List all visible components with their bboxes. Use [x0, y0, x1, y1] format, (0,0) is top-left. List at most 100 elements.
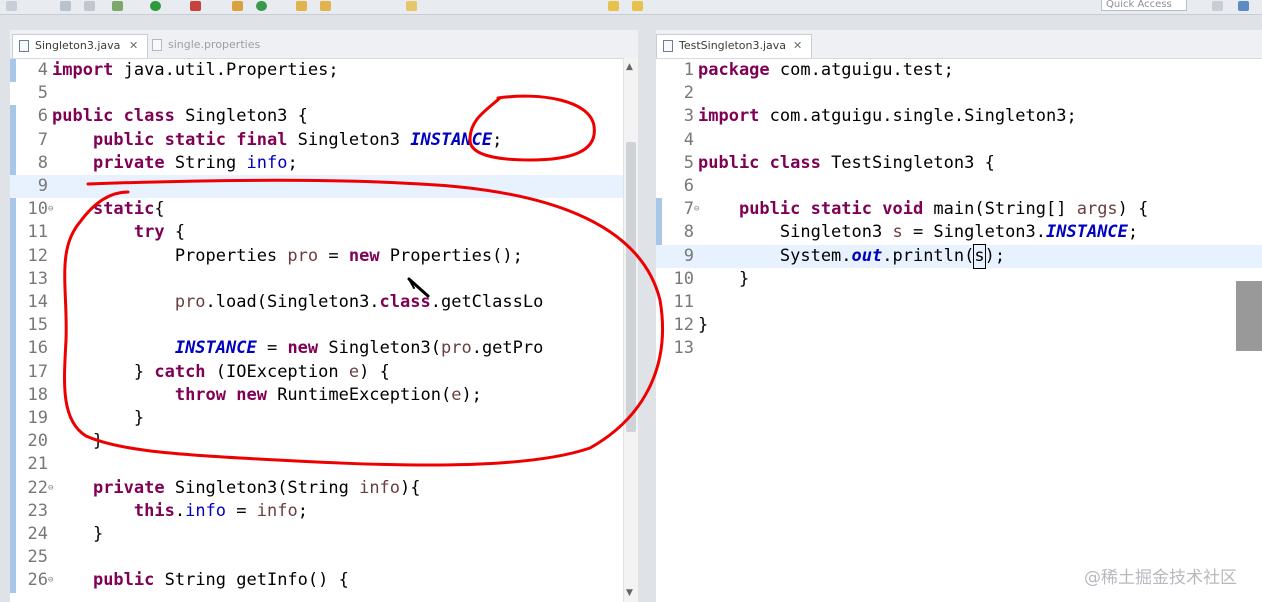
open-folder-icon[interactable]	[296, 1, 307, 11]
perspective-icon[interactable]	[1212, 1, 1223, 11]
code-text: public class Singleton3 {	[52, 106, 308, 127]
code-line[interactable]: 7 public static final Singleton3 INSTANC…	[10, 129, 638, 152]
code-line[interactable]: 12 Properties pro = new Properties();	[10, 245, 638, 268]
editor-singleton3: Singleton3.java ✕ single.properties 4 imp…	[10, 30, 638, 602]
close-icon[interactable]: ✕	[793, 35, 802, 57]
scroll-down-icon[interactable]: ▼	[626, 588, 633, 598]
line-number: 6	[37, 106, 48, 127]
line-number: 10	[673, 268, 694, 289]
code-line[interactable]: 9 System.out.println(s);	[656, 243, 1262, 269]
print-icon[interactable]	[84, 1, 95, 11]
line-number: 13	[673, 338, 694, 359]
tab-label: single.properties	[168, 38, 261, 51]
java-file-icon	[19, 40, 29, 52]
line-number: 5	[37, 83, 48, 104]
code-text: Properties pro = new Properties();	[52, 245, 523, 266]
tab-single-properties[interactable]: single.properties	[146, 34, 276, 58]
code-line[interactable]: 20 }	[10, 430, 638, 453]
code-line[interactable]: 13	[10, 268, 638, 291]
line-number: 20	[27, 431, 48, 452]
code-text: INSTANCE = new Singleton3(pro.getPro	[174, 338, 544, 359]
code-line[interactable]: 5 public class TestSingleton3 {	[656, 152, 1262, 175]
save-icon[interactable]	[60, 1, 71, 11]
code-line[interactable]: 4 import java.util.Properties;	[10, 59, 638, 82]
code-line[interactable]: 11	[656, 291, 1262, 314]
line-number: 10	[27, 199, 48, 220]
code-text: }	[52, 408, 145, 428]
line-number: 19	[27, 408, 48, 428]
external-tools-icon[interactable]	[190, 1, 201, 11]
code-line[interactable]: 6	[656, 175, 1262, 198]
tab-testsingleton3-java[interactable]: TestSingleton3.java ✕	[656, 34, 812, 58]
code-line[interactable]: 19 }	[10, 407, 638, 430]
code-line[interactable]: 5	[10, 82, 638, 105]
code-line[interactable]: 22 ⊖ private Singleton3(String info){	[10, 477, 638, 500]
code-text: }	[698, 268, 750, 289]
new-icon[interactable]	[6, 1, 17, 11]
debug-icon[interactable]	[112, 1, 123, 11]
back-icon[interactable]	[608, 1, 619, 11]
code-line[interactable]: 8 Singleton3 s = Singleton3.INSTANCE;	[656, 221, 1262, 244]
code-line[interactable]: 26 ⊖ public String getInfo() {	[10, 569, 638, 592]
watermark: @稀土掘金技术社区	[1084, 568, 1237, 588]
code-line[interactable]: 10 }	[656, 268, 1262, 291]
line-number: 17	[27, 361, 48, 382]
code-text: public String getInfo() {	[92, 570, 349, 591]
properties-file-icon	[152, 39, 162, 51]
line-number: 18	[27, 384, 48, 405]
quick-access-input[interactable]: Quick Access	[1101, 0, 1187, 11]
code-line[interactable]: 7 ⊖ public static void main(String[] args…	[656, 198, 1262, 221]
line-number: 7	[37, 129, 48, 150]
code-line[interactable]: 17 } catch (IOException e) {	[10, 361, 638, 384]
run-icon[interactable]	[150, 1, 161, 11]
code-line[interactable]: 21	[10, 453, 638, 476]
code-line[interactable]: 3 import com.atguigu.single.Singleton3;	[656, 105, 1262, 128]
vertical-scrollbar[interactable]: ▲ ▼	[623, 58, 638, 602]
code-text: import com.atguigu.single.Singleton3;	[698, 106, 1077, 127]
search-icon[interactable]	[406, 1, 417, 11]
package-icon[interactable]	[232, 1, 243, 11]
code-line[interactable]: 24 }	[10, 523, 638, 546]
code-line[interactable]: 15	[10, 314, 638, 337]
line-number: 16	[27, 338, 48, 359]
line-number: 13	[27, 268, 48, 289]
code-line[interactable]: 4	[656, 129, 1262, 152]
close-icon[interactable]: ✕	[129, 35, 138, 57]
code-text: package com.atguigu.test;	[698, 60, 954, 80]
code-area[interactable]: 1 package com.atguigu.test; 2 3 import com.a…	[656, 58, 1262, 602]
code-line[interactable]: 6 public class Singleton3 {	[10, 105, 638, 128]
side-panel-handle[interactable]	[1236, 281, 1262, 351]
code-line[interactable]: 1 package com.atguigu.test;	[656, 59, 1262, 82]
code-text: try {	[133, 222, 186, 243]
line-number: 2	[683, 83, 694, 104]
mouse-cursor-icon	[407, 277, 430, 298]
code-line[interactable]: 12}	[656, 314, 1262, 337]
code-line[interactable]: 2	[656, 82, 1262, 105]
code-line[interactable]: 13	[656, 337, 1262, 360]
scroll-thumb[interactable]	[626, 142, 636, 432]
line-number: 22	[27, 477, 48, 498]
code-line[interactable]: 10 ⊖ static{	[10, 198, 638, 221]
code-line[interactable]: 16 INSTANCE = new Singleton3(pro.getPro	[10, 337, 638, 360]
forward-icon[interactable]	[632, 1, 643, 11]
code-line[interactable]: 14 pro.load(Singleton3.class.getClassLo	[10, 291, 638, 314]
line-number: 25	[27, 547, 48, 568]
tab-singleton3-java[interactable]: Singleton3.java ✕	[12, 34, 148, 58]
code-line[interactable]: 8 private String info;	[10, 152, 638, 175]
code-line[interactable]: 9	[10, 175, 638, 198]
code-text: }	[698, 315, 709, 336]
code-area[interactable]: 4 import java.util.Properties; 5 6 public cl…	[10, 58, 638, 602]
refresh-icon[interactable]	[256, 1, 267, 11]
open-type-icon[interactable]	[320, 1, 331, 11]
code-text: pro.load(Singleton3.class.getClassLo	[174, 292, 544, 312]
code-text: private String info;	[92, 152, 298, 173]
scroll-up-icon[interactable]: ▲	[626, 62, 633, 72]
code-line[interactable]: 18 throw new RuntimeException(e);	[10, 384, 638, 407]
java-perspective-icon[interactable]	[1238, 1, 1249, 11]
code-line[interactable]: 23 this.info = info;	[10, 500, 638, 523]
code-line[interactable]: 25	[10, 546, 638, 569]
line-number: 14	[27, 292, 48, 312]
line-number: 7	[683, 199, 694, 220]
line-number: 15	[27, 315, 48, 336]
code-line[interactable]: 11 try {	[10, 221, 638, 244]
